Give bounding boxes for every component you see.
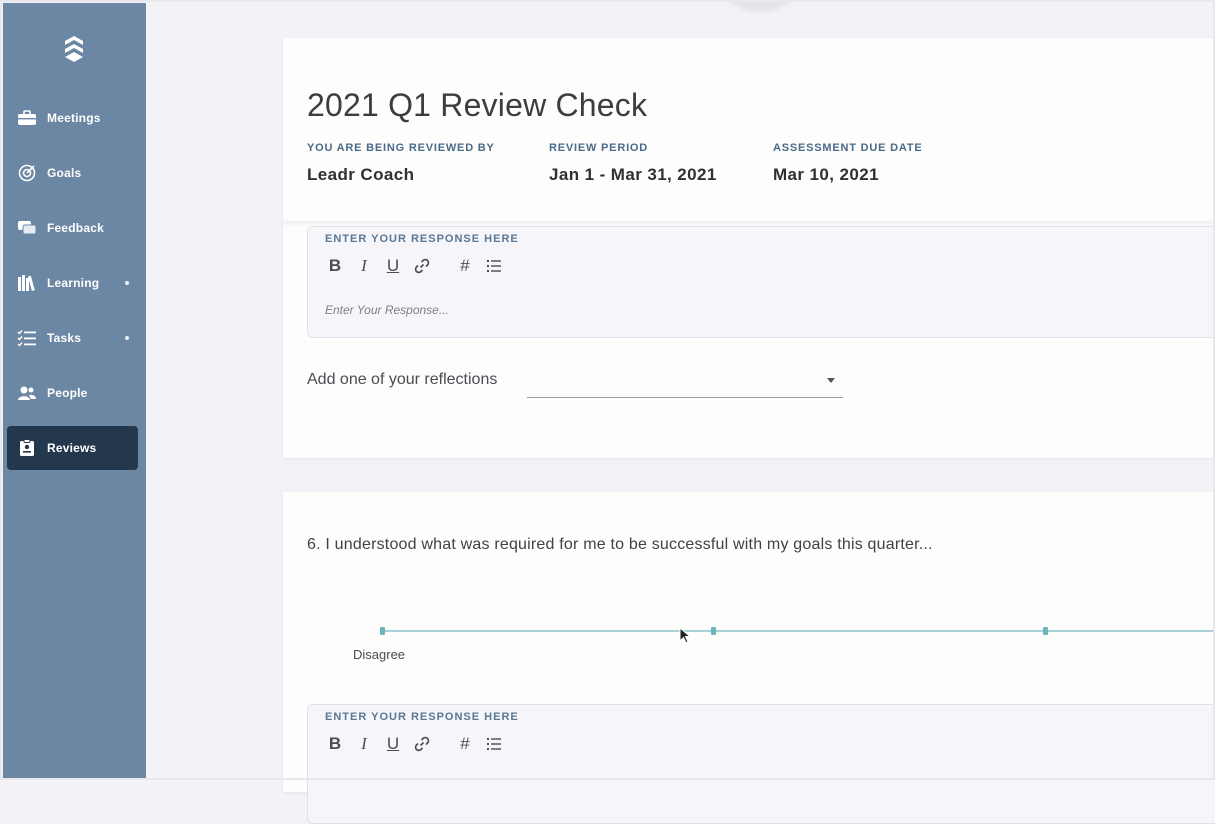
bold-icon[interactable]: B xyxy=(324,733,346,755)
editor-toolbar: B I U # xyxy=(324,255,512,277)
reflection-label: Add one of your reflections xyxy=(307,371,498,388)
response-label: ENTER YOUR RESPONSE HERE xyxy=(325,711,519,723)
sidebar-item-label: People xyxy=(47,386,88,400)
reviewer-info: YOU ARE BEING REVIEWED BY Leadr Coach xyxy=(307,142,495,185)
leadr-logo-icon[interactable] xyxy=(63,35,85,63)
underline-icon[interactable]: U xyxy=(382,255,404,277)
briefcase-icon xyxy=(17,109,37,127)
hashtag-icon[interactable]: # xyxy=(454,733,476,755)
rating-scale-track[interactable] xyxy=(383,630,1215,632)
sidebar: Meetings Goals Feedback Learning Tasks P… xyxy=(3,3,146,778)
list-icon[interactable] xyxy=(483,255,505,277)
chevron-down-icon xyxy=(827,378,835,383)
sidebar-item-reviews[interactable]: Reviews xyxy=(7,426,138,470)
top-avatar-shadow xyxy=(730,0,790,12)
bold-icon[interactable]: B xyxy=(324,255,346,277)
review-period-label: REVIEW PERIOD xyxy=(549,142,649,154)
rating-scale-stop[interactable] xyxy=(380,627,385,635)
review-period-info: REVIEW PERIOD Jan 1 - Mar 31, 2021 xyxy=(549,142,717,185)
sidebar-item-meetings[interactable]: Meetings xyxy=(7,96,138,140)
indicator-dot xyxy=(125,336,129,340)
sidebar-item-label: Feedback xyxy=(47,221,104,235)
sidebar-item-tasks[interactable]: Tasks xyxy=(7,316,138,360)
italic-icon[interactable]: I xyxy=(353,733,375,755)
reviewer-label: YOU ARE BEING REVIEWED BY xyxy=(307,142,495,154)
link-icon[interactable] xyxy=(411,733,433,755)
checklist-icon xyxy=(17,329,37,347)
mouse-cursor-icon xyxy=(679,627,692,644)
editor-toolbar: B I U # xyxy=(324,733,512,755)
review-period-value: Jan 1 - Mar 31, 2021 xyxy=(549,165,717,184)
books-icon xyxy=(17,274,37,292)
rating-scale-stop[interactable] xyxy=(711,627,716,635)
due-date-label: ASSESSMENT DUE DATE xyxy=(773,142,923,154)
due-date-value: Mar 10, 2021 xyxy=(773,165,879,184)
target-icon xyxy=(17,164,37,182)
response-placeholder: Enter Your Response... xyxy=(325,303,449,317)
scale-min-label: Disagree xyxy=(353,647,406,662)
question-text: 6. I understood what was required for me… xyxy=(307,536,933,553)
feedback-icon xyxy=(17,219,37,237)
reflection-select[interactable] xyxy=(527,368,843,398)
rating-scale-stop[interactable] xyxy=(1043,627,1048,635)
response-editor[interactable]: ENTER YOUR RESPONSE HERE B I U # Enter Y… xyxy=(307,226,1215,338)
hashtag-icon[interactable]: # xyxy=(454,255,476,277)
list-icon[interactable] xyxy=(483,733,505,755)
sidebar-item-label: Goals xyxy=(47,166,82,180)
review-card: 2021 Q1 Review Check YOU ARE BEING REVIE… xyxy=(283,38,1215,458)
due-date-info: ASSESSMENT DUE DATE Mar 10, 2021 xyxy=(773,142,922,185)
page-title: 2021 Q1 Review Check xyxy=(307,87,648,124)
link-icon[interactable] xyxy=(411,255,433,277)
indicator-dot xyxy=(125,281,129,285)
reviewer-value: Leadr Coach xyxy=(307,165,415,184)
sidebar-item-label: Learning xyxy=(47,276,100,290)
question-card: 6. I understood what was required for me… xyxy=(283,492,1215,824)
sidebar-item-goals[interactable]: Goals xyxy=(7,151,138,195)
response-label: ENTER YOUR RESPONSE HERE xyxy=(325,233,519,245)
response-editor[interactable]: ENTER YOUR RESPONSE HERE B I U # xyxy=(307,704,1215,824)
sidebar-item-learning[interactable]: Learning xyxy=(7,261,138,305)
reviews-icon xyxy=(17,439,37,457)
sidebar-item-label: Meetings xyxy=(47,111,101,125)
italic-icon[interactable]: I xyxy=(353,255,375,277)
sidebar-item-label: Reviews xyxy=(47,441,97,455)
sidebar-item-people[interactable]: People xyxy=(7,371,138,415)
sidebar-item-label: Tasks xyxy=(47,331,82,345)
people-icon xyxy=(17,384,37,402)
underline-icon[interactable]: U xyxy=(382,733,404,755)
sidebar-item-feedback[interactable]: Feedback xyxy=(7,206,138,250)
